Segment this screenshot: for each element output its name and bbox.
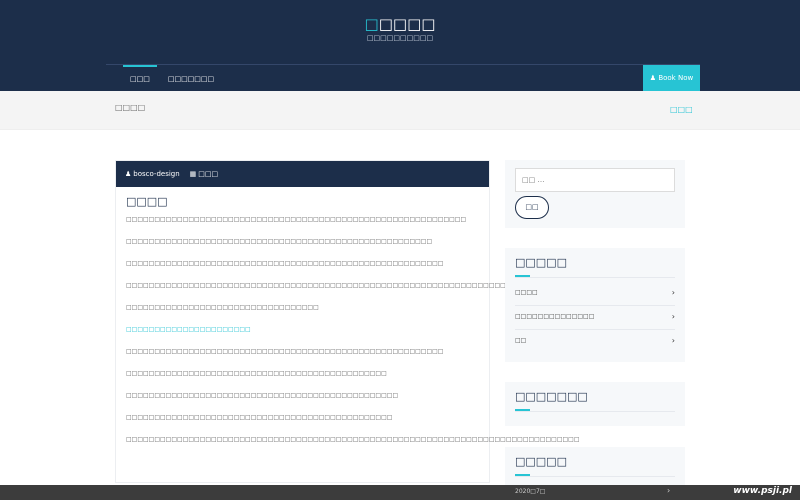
post-paragraph: □□□□□□□□□□□□□□□□□□□□□□□□□□□□□□□□□□□□□□□□… [126, 414, 393, 421]
list-item[interactable]: □□ › [515, 330, 675, 354]
widget-underline [515, 474, 530, 476]
widget-rule [515, 476, 675, 477]
chevron-right-icon: › [667, 486, 671, 495]
widget-underline [515, 409, 530, 411]
recent-comments-widget: □□□□□□□ [505, 382, 685, 426]
search-input[interactable] [515, 168, 675, 192]
post-paragraph: □□□□□□□□□□□□□□□□□□□□□□□□□□□□□□□□□□□□□□□□… [126, 238, 433, 245]
folder-icon: ▦ [189, 170, 197, 178]
nav-item-second[interactable]: □□□□□□□ [161, 65, 221, 91]
watermark: www.psji.pl [733, 486, 792, 496]
page-title: □□□□ [115, 103, 146, 112]
post-body: □□□□□□□□□□□□□□□□□□□□□□□□□□□□□□□□□□□□□□□□… [116, 208, 603, 445]
widget-title: □□□□□ [515, 256, 567, 269]
nav-item-home[interactable]: □□□ [123, 65, 157, 91]
search-button[interactable]: □□ [515, 196, 549, 219]
breadcrumb: □□□□ □□□ [0, 91, 800, 130]
breadcrumb-home-link[interactable]: □□□ [670, 105, 693, 114]
post-paragraph: □□□□□□□□□□□□□□□□□□□□□□□□□□□□□□□□□□□□□□□□… [126, 260, 444, 267]
post-paragraph: □□□□□□□□□□□□□□□□□□□□□□□□□□□□□□□□□□□□□□□□… [126, 392, 399, 399]
post-link[interactable]: □□□□□□□□□□□□□□□□□□□□□□ [126, 324, 479, 335]
list-item[interactable]: □□□□ › [515, 282, 675, 306]
site-header: □□□□□ □□□□□□□□□□ □□□ □□□□□□□ ♟ Book Now [0, 0, 800, 91]
widget-list: □□□□ › □□□□□□□□□□□□□□ › □□ › [515, 282, 675, 354]
archives-widget: □□□□□ [505, 447, 685, 485]
post-category-name: □□□ [198, 170, 219, 178]
site-title[interactable]: □□□□□ [0, 15, 800, 33]
post-paragraph: □□□□□□□□□□□□□□□□□□□□□□□□□□□□□□□□□□□□□□□□… [126, 348, 444, 355]
post-title: □□□□ [126, 195, 168, 208]
post-article: ♟ bosco-design ▦ □□□ □□□□ □□□□□□□□□□□□□□… [115, 160, 603, 483]
book-now-label: Book Now [658, 74, 694, 82]
post-meta: ♟ bosco-design ▦ □□□ [116, 161, 489, 187]
post-paragraph: □□□□□□□□□□□□□□□□□□□□□□□□□□□□□□□□□□ [126, 304, 319, 311]
search-widget: □□ [505, 160, 685, 228]
main-nav: □□□ □□□□□□□ [123, 65, 225, 91]
list-item-label: □□□□□□□□□□□□□□ [515, 313, 595, 320]
widget-title: □□□□□ [515, 455, 567, 468]
post-paragraph: □□□□□□□□□□□□□□□□□□□□□□□□□□□□□□□□□□□□□□□□… [126, 282, 603, 289]
book-now-button[interactable]: ♟ Book Now [643, 65, 700, 91]
post-author[interactable]: ♟ bosco-design [125, 161, 180, 187]
post-paragraph: □□□□□□□□□□□□□□□□□□□□□□□□□□□□□□□□□□□□□□□□… [126, 436, 580, 443]
site-tagline: □□□□□□□□□□ [366, 34, 434, 42]
post-category[interactable]: ▦ □□□ [190, 161, 218, 187]
site-title-rest: □□□□ [378, 15, 436, 33]
post-author-name: bosco-design [133, 170, 180, 178]
chevron-right-icon: › [671, 288, 675, 297]
post-paragraph: □□□□□□□□□□□□□□□□□□□□□□□□□□□□□□□□□□□□□□□□… [126, 216, 467, 223]
site-title-first: □ [364, 15, 379, 33]
widget-title: □□□□□□□ [515, 390, 588, 403]
chevron-right-icon: › [671, 312, 675, 321]
widget-rule [515, 411, 675, 412]
recent-posts-widget: □□□□□ □□□□ › □□□□□□□□□□□□□□ › □□ › [505, 248, 685, 362]
list-item-label: □□ [515, 337, 527, 344]
user-icon: ♟ [125, 170, 132, 178]
list-item-label: □□□□ [515, 289, 538, 296]
user-icon: ♟ [649, 74, 657, 82]
archive-item[interactable]: 2020□7□ [515, 488, 545, 495]
post-paragraph: □□□□□□□□□□□□□□□□□□□□□□□□□□□□□□□□□□□□□□□□… [126, 370, 387, 377]
widget-underline [515, 275, 530, 277]
widget-rule [515, 277, 675, 278]
chevron-right-icon: › [671, 336, 675, 345]
watermark-bar: www.psji.pl [0, 485, 800, 500]
list-item[interactable]: □□□□□□□□□□□□□□ › [515, 306, 675, 330]
